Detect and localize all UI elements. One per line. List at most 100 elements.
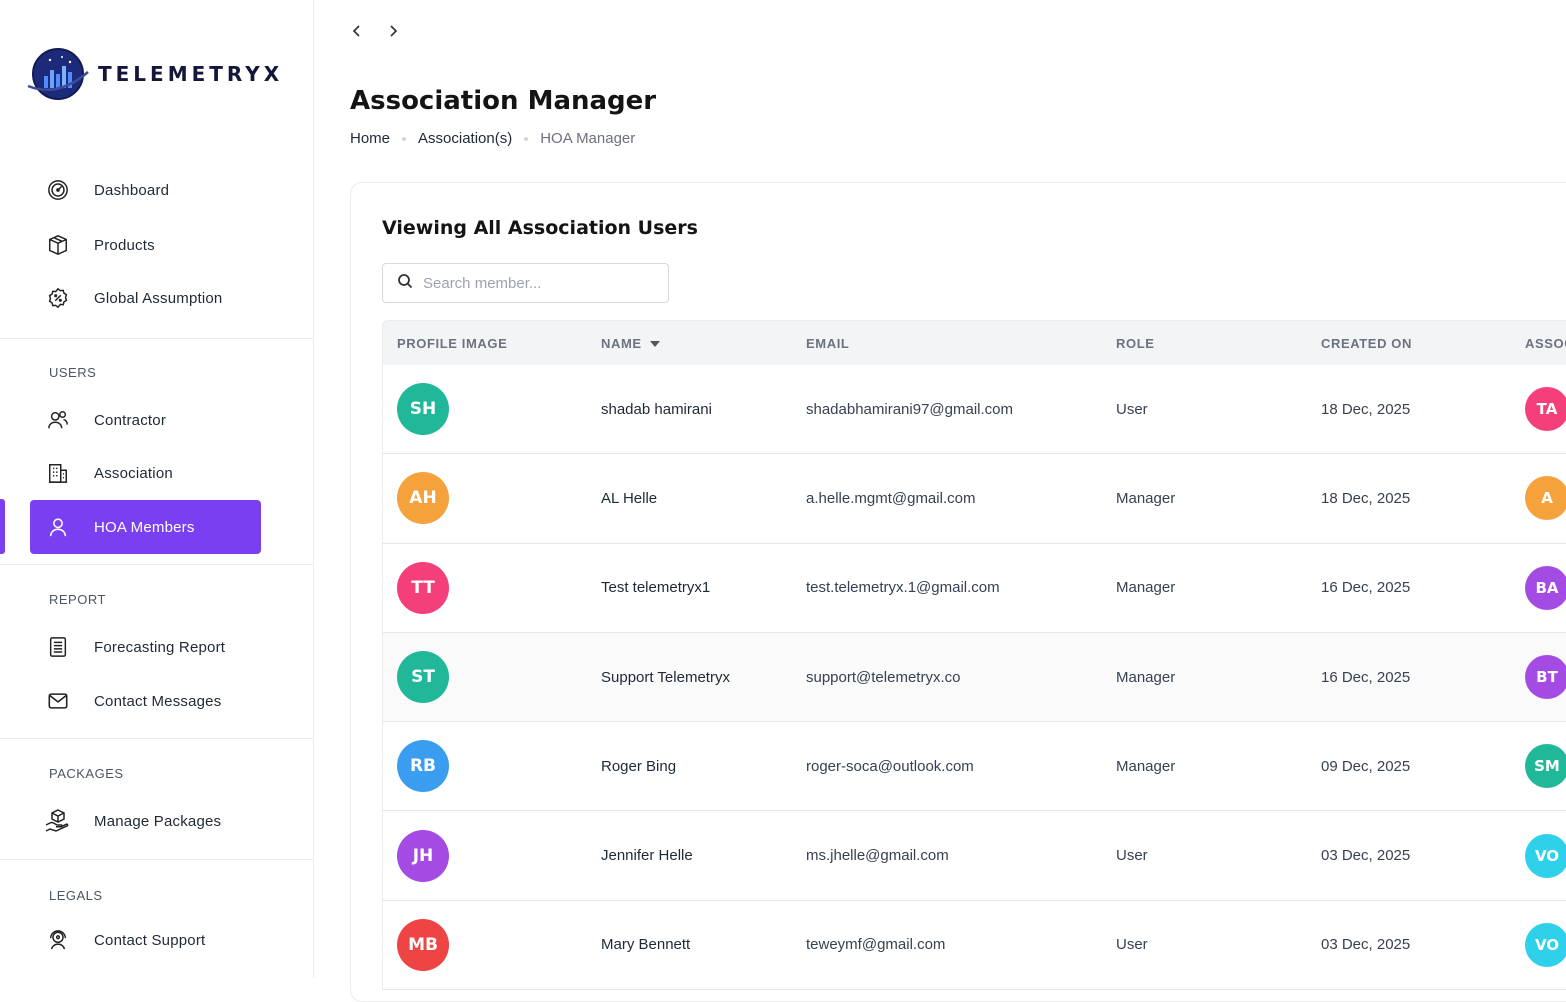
section-label-report: REPORT	[49, 592, 106, 607]
sidebar-item-label: Global Assumption	[94, 289, 223, 307]
column-header-created-on: CREATED ON	[1321, 336, 1412, 351]
users-table: PROFILE IMAGE NAME EMAIL ROLE CREATED ON…	[382, 320, 1566, 991]
profile-cell: ST	[397, 633, 449, 721]
column-header-name[interactable]: NAME	[601, 321, 660, 366]
column-header-role: ROLE	[1116, 336, 1155, 351]
sidebar-item-label: Contractor	[94, 411, 167, 429]
telemetryx-logo-icon	[26, 46, 90, 102]
avatar: MB	[397, 918, 449, 971]
profile-cell: RB	[397, 722, 449, 810]
percent-badge-icon	[44, 284, 72, 312]
sidebar-item-global-assumption[interactable]: Global Assumption	[30, 271, 261, 325]
email-cell: test.telemetryx.1@gmail.com	[806, 579, 1000, 597]
sidebar-item-association[interactable]: Association	[30, 446, 261, 500]
table-row[interactable]: MB Mary Bennett teweymf@gmail.com User 03 De…	[382, 900, 1566, 991]
table-row[interactable]: SH shadab hamirani shadabhamirani97@gmail.…	[382, 365, 1566, 455]
sidebar-item-forecasting-report[interactable]: Forecasting Report	[30, 620, 261, 674]
sidebar-item-label: Association	[94, 464, 173, 482]
report-icon	[44, 633, 72, 661]
table-row[interactable]: TT Test telemetryx1 test.telemetryx.1@gmai…	[382, 543, 1566, 633]
created-on-cell: 18 Dec, 2025	[1321, 489, 1411, 507]
search-icon	[397, 273, 413, 294]
association-avatar: A	[1525, 476, 1566, 521]
column-header-label: NAME	[601, 336, 642, 351]
search-input[interactable]	[423, 274, 653, 292]
forward-chevron-icon[interactable]	[382, 20, 404, 42]
table-body: SH shadab hamirani shadabhamirani97@gmail.…	[382, 365, 1566, 991]
association-cell: BT	[1525, 633, 1566, 721]
table-row[interactable]: ST Support Telemetryx support@telemetryx.c…	[382, 632, 1566, 723]
email-cell: shadabhamirani97@gmail.com	[806, 400, 1013, 418]
column-header-association: ASSOC	[1525, 336, 1566, 351]
sidebar-item-contact-messages[interactable]: Contact Messages	[30, 674, 261, 728]
association-cell: TA	[1525, 365, 1566, 453]
association-avatar: TA	[1525, 387, 1566, 432]
avatar: TT	[397, 561, 449, 614]
profile-cell: SH	[397, 365, 449, 453]
box-icon	[44, 231, 72, 259]
profile-cell: TT	[397, 544, 449, 632]
association-avatar: VO	[1525, 833, 1566, 878]
email-cell: a.helle.mgmt@gmail.com	[806, 489, 976, 507]
breadcrumb-associations[interactable]: Association(s)	[418, 130, 512, 147]
users-card: Viewing All Association Users PROFILE IM…	[350, 182, 1566, 1002]
page-title: Association Manager	[350, 86, 657, 116]
sidebar-item-hoa-members[interactable]: HOA Members	[30, 500, 261, 554]
section-label-users: USERS	[49, 365, 97, 380]
role-cell: Manager	[1116, 668, 1176, 686]
name-cell: Roger Bing	[601, 757, 677, 775]
brand-logo[interactable]: TELEMETRYX	[26, 46, 283, 102]
back-chevron-icon[interactable]	[346, 20, 368, 42]
role-cell: Manager	[1116, 579, 1176, 597]
sidebar-item-products[interactable]: Products	[30, 218, 261, 272]
created-on-cell: 03 Dec, 2025	[1321, 847, 1411, 865]
table-row[interactable]: RB Roger Bing roger-soca@outlook.com Manage…	[382, 722, 1566, 812]
avatar: ST	[397, 651, 449, 704]
created-on-cell: 16 Dec, 2025	[1321, 579, 1411, 597]
divider	[0, 859, 313, 860]
created-on-cell: 18 Dec, 2025	[1321, 400, 1411, 418]
breadcrumb: Home Association(s) HOA Manager	[350, 130, 635, 147]
role-cell: User	[1116, 936, 1148, 954]
sidebar-item-label: Dashboard	[94, 181, 170, 199]
support-icon	[44, 926, 72, 954]
sidebar-item-label: Forecasting Report	[94, 638, 226, 656]
breadcrumb-home[interactable]: Home	[350, 130, 390, 147]
avatar: AH	[397, 472, 449, 525]
sort-caret-down-icon	[649, 340, 660, 347]
avatar: JH	[397, 829, 449, 882]
column-header-email: EMAIL	[806, 336, 850, 351]
association-avatar: BT	[1525, 655, 1566, 700]
created-on-cell: 09 Dec, 2025	[1321, 757, 1411, 775]
role-cell: User	[1116, 847, 1148, 865]
avatar: RB	[397, 740, 449, 793]
association-avatar: BA	[1525, 565, 1566, 610]
divider	[0, 338, 313, 339]
sidebar-item-dashboard[interactable]: Dashboard	[30, 163, 261, 217]
history-nav	[346, 20, 404, 42]
association-cell: VO	[1525, 901, 1566, 989]
profile-cell: AH	[397, 454, 449, 542]
sidebar-item-manage-packages[interactable]: Manage Packages	[30, 794, 261, 848]
mail-icon	[44, 687, 72, 715]
sidebar-item-label: Contact Messages	[94, 692, 222, 710]
email-cell: roger-soca@outlook.com	[806, 757, 974, 775]
association-avatar: SM	[1525, 744, 1566, 789]
sidebar-item-contractor[interactable]: Contractor	[30, 393, 261, 447]
building-icon	[44, 459, 72, 487]
sidebar-item-contact-support[interactable]: Contact Support	[30, 913, 261, 967]
name-cell: shadab hamirani	[601, 400, 712, 418]
table-row[interactable]: AH AL Helle a.helle.mgmt@gmail.com Manager 1…	[382, 454, 1566, 544]
association-cell: BA	[1525, 544, 1566, 632]
table-row[interactable]: JH Jennifer Helle ms.jhelle@gmail.com User 0…	[382, 811, 1566, 901]
name-cell: Support Telemetryx	[601, 668, 730, 686]
role-cell: Manager	[1116, 757, 1176, 775]
breadcrumb-separator	[524, 136, 529, 141]
gauge-icon	[44, 176, 72, 204]
sidebar-item-label: Manage Packages	[94, 812, 222, 830]
column-header-profile-image: PROFILE IMAGE	[397, 336, 508, 351]
user-icon	[44, 513, 72, 541]
profile-cell: MB	[397, 901, 449, 989]
users-icon	[44, 406, 72, 434]
sidebar: TELEMETRYX Dashboard Products Global Ass…	[0, 0, 314, 978]
